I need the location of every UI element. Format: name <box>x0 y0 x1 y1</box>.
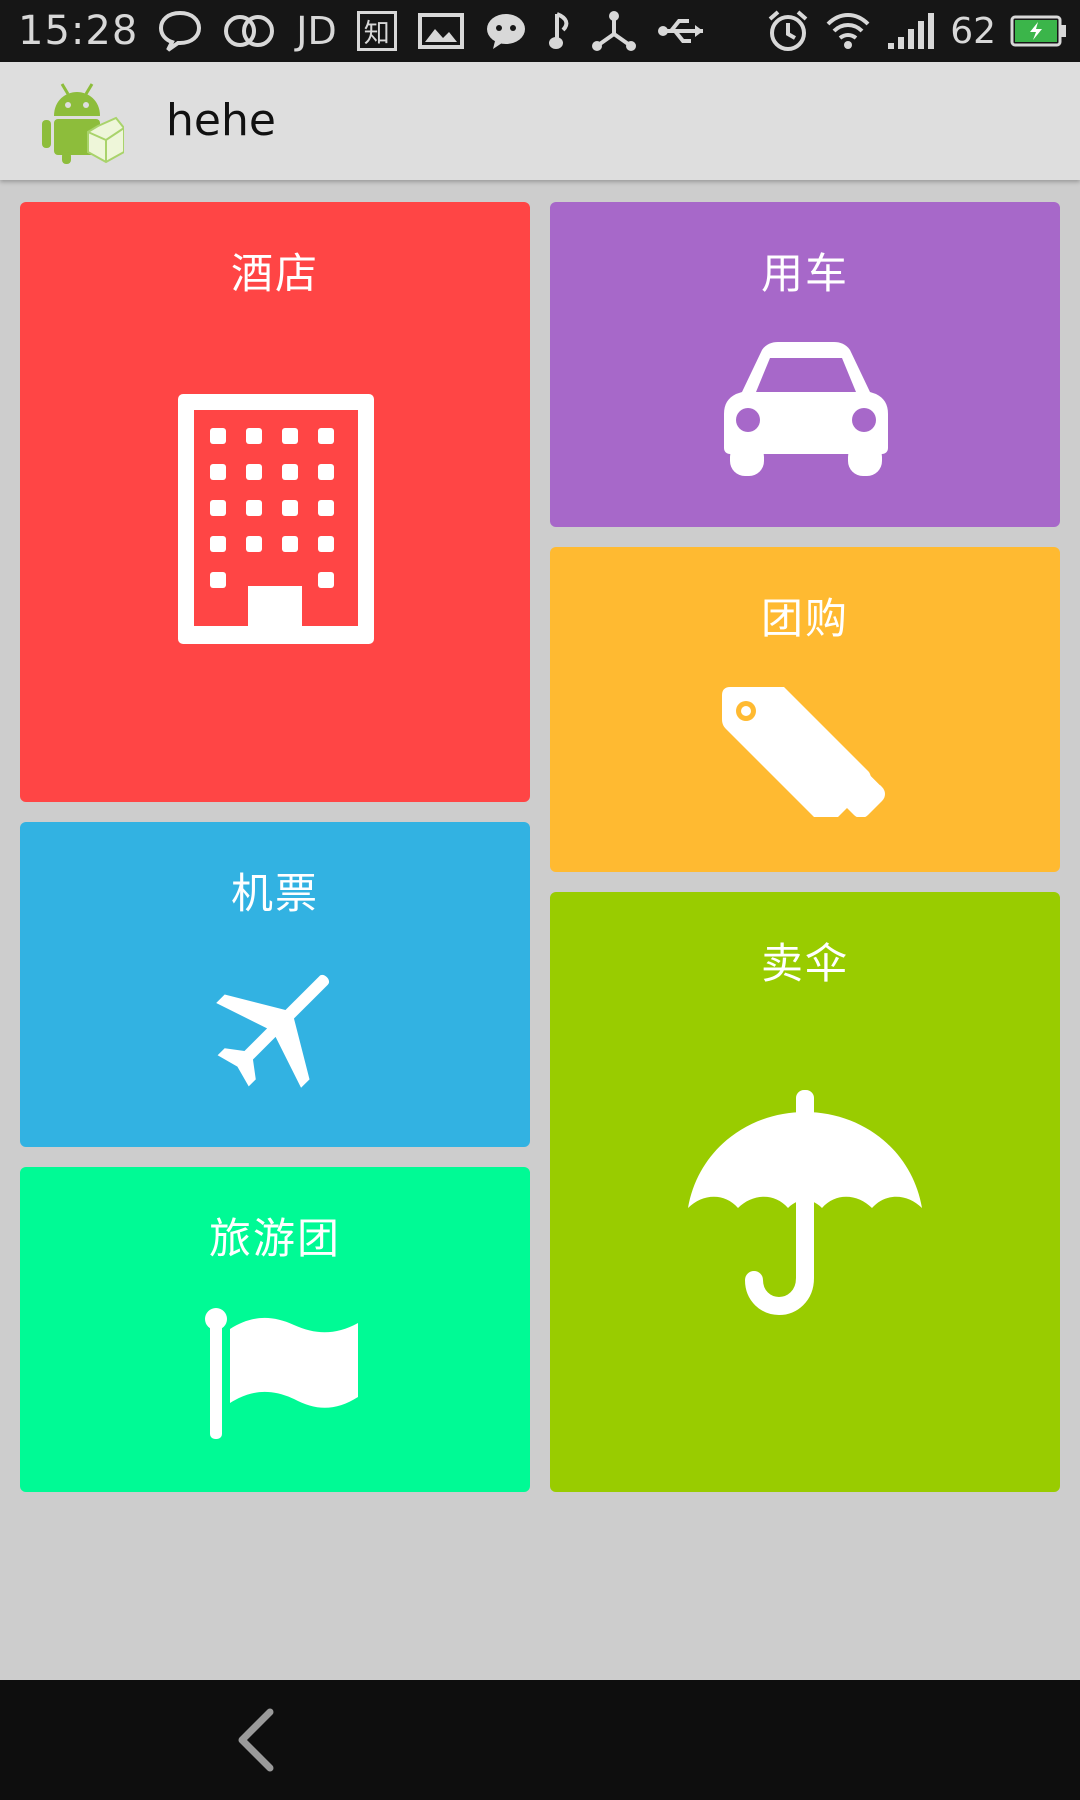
jd-icon: JD <box>296 9 337 53</box>
battery-level-text: 62 <box>950 10 996 52</box>
signal-icon <box>886 11 936 51</box>
music-icon <box>547 10 571 52</box>
tile-car-label: 用车 <box>760 249 849 298</box>
umbrella-icon <box>688 1090 922 1324</box>
chat-bubble-icon <box>158 9 202 53</box>
android-app-logo-icon <box>40 78 125 166</box>
tile-car[interactable]: 用车 <box>550 202 1060 527</box>
tile-umbrella[interactable]: 卖伞 <box>550 892 1060 1492</box>
status-left: 15:28 JD 知 <box>0 8 709 54</box>
tile-tour-group-label: 旅游团 <box>208 1214 341 1263</box>
tile-group-buy[interactable]: 团购 <box>550 547 1060 872</box>
battery-charging-icon <box>1010 14 1068 48</box>
flag-icon <box>204 1307 364 1443</box>
tile-umbrella-label: 卖伞 <box>760 939 849 988</box>
wifi-icon <box>824 10 872 52</box>
tile-group-buy-label: 团购 <box>760 594 849 643</box>
zhihu-icon: 知 <box>356 11 397 51</box>
usb-icon <box>657 11 709 51</box>
tile-hotel[interactable]: 酒店 <box>20 202 530 802</box>
tile-flight[interactable]: 机票 <box>20 822 530 1147</box>
back-chevron-icon[interactable] <box>226 1704 286 1776</box>
tile-flight-label: 机票 <box>230 869 319 918</box>
status-right: 62 <box>766 0 1068 62</box>
app-title: hehe <box>166 95 276 146</box>
share-icon <box>591 10 637 52</box>
car-icon <box>722 342 890 482</box>
tile-tour-group[interactable]: 旅游团 <box>20 1167 530 1492</box>
status-bar: 15:28 JD 知 62 <box>0 0 1080 62</box>
wechat-icon <box>485 11 527 51</box>
action-bar: hehe <box>0 62 1080 180</box>
double-circle-icon <box>222 11 276 51</box>
tags-icon <box>722 687 892 824</box>
airplane-icon <box>212 962 342 1096</box>
hotel-building-icon <box>176 392 376 650</box>
status-clock: 15:28 <box>18 8 139 54</box>
tile-hotel-label: 酒店 <box>230 249 319 298</box>
navigation-bar <box>0 1680 1080 1800</box>
alarm-icon <box>766 9 810 53</box>
image-icon <box>417 11 465 51</box>
